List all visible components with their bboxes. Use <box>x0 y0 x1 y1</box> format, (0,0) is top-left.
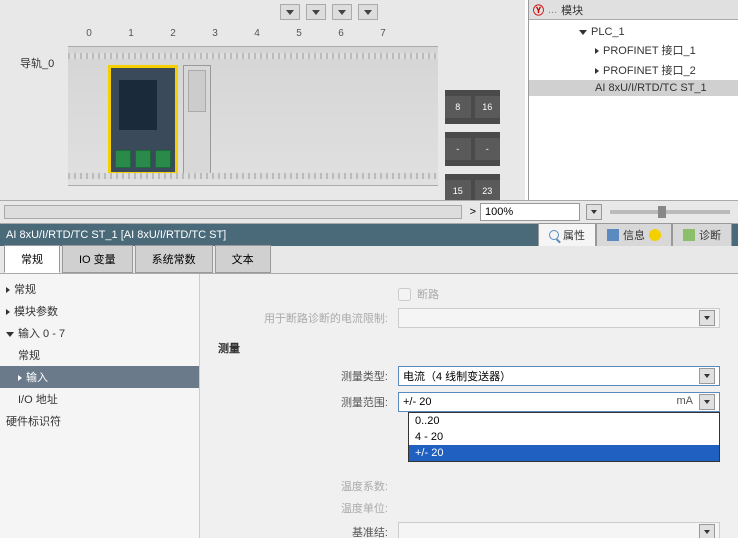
toolbar-btn[interactable] <box>332 4 352 20</box>
meas-range-label: 测量范围: <box>218 394 398 410</box>
wirebreak-label: 断路 <box>417 286 439 302</box>
io-module[interactable] <box>183 65 211 175</box>
warn-icon <box>649 229 661 241</box>
tree-profinet2[interactable]: PROFINET 接口_2 <box>529 60 738 80</box>
wirebreak-checkbox <box>398 288 411 301</box>
chevron-down-icon <box>699 310 715 326</box>
subtab-sysconst[interactable]: 系统常数 <box>135 245 213 273</box>
meas-range-select[interactable]: +/- 20mA <box>398 392 720 412</box>
inspector-title: AI 8xU/I/RTD/TC ST_1 [AI 8xU/I/RTD/TC ST… <box>6 229 226 241</box>
dropdown-option[interactable]: 0..20 <box>409 413 719 429</box>
nav-module-params[interactable]: 模块参数 <box>0 300 199 322</box>
hscrollbar[interactable] <box>4 205 462 219</box>
tree-plc[interactable]: PLC_1 <box>529 24 738 40</box>
toolbar-btn[interactable] <box>280 4 300 20</box>
meas-type-select[interactable]: 电流（4 线制变送器） <box>398 366 720 386</box>
nav-hwid[interactable]: 硬件标识符 <box>0 410 199 432</box>
tree-profinet1[interactable]: PROFINET 接口_1 <box>529 40 738 60</box>
dropdown-option[interactable]: 4 - 20 <box>409 429 719 445</box>
tree-ai-module[interactable]: AI 8xU/I/RTD/TC ST_1 <box>529 80 738 96</box>
section-measurement: 测量 <box>218 340 720 356</box>
rack-rail[interactable] <box>68 46 438 186</box>
property-subtabs: 常规 IO 变量 系统常数 文本 <box>0 246 738 274</box>
temp-unit-label: 温度单位: <box>218 500 398 516</box>
nav-inputs[interactable]: 输入 <box>0 366 199 388</box>
rail-label: 导轨_0 <box>20 55 54 71</box>
inspector-title-bar: AI 8xU/I/RTD/TC ST_1 [AI 8xU/I/RTD/TC ST… <box>0 224 738 246</box>
wirebreak-limit-select <box>398 308 720 328</box>
rack-toolbar <box>280 4 378 20</box>
tree-header: 模块 <box>561 2 583 18</box>
project-tree[interactable]: Ⓨ ... 模块 PLC_1 PROFINET 接口_1 PROFINET 接口… <box>528 0 738 200</box>
chevron-down-icon <box>699 524 715 538</box>
nav-io-address[interactable]: I/O 地址 <box>0 388 199 410</box>
temp-coeff-label: 温度系数: <box>218 478 398 494</box>
meas-range-dropdown[interactable]: 0..20 4 - 20 +/- 20 <box>408 412 720 462</box>
plc-module-selected[interactable] <box>108 65 178 175</box>
tab-properties[interactable]: 属性 <box>538 223 596 247</box>
zoom-input[interactable] <box>480 203 580 221</box>
info-icon <box>607 229 619 241</box>
diag-icon <box>683 229 695 241</box>
ref-junction-select <box>398 522 720 538</box>
property-form: 断路 用于断路诊断的电流限制: 测量 测量类型: 电流（4 线制变送器） 测量范… <box>200 274 738 538</box>
toolbar-btn[interactable] <box>358 4 378 20</box>
toolbar-btn[interactable] <box>306 4 326 20</box>
meas-type-label: 测量类型: <box>218 368 398 384</box>
zoom-dropdown-icon[interactable] <box>586 204 602 220</box>
chevron-down-icon[interactable] <box>699 394 715 410</box>
nav-in-general[interactable]: 常规 <box>0 344 199 366</box>
ref-junction-label: 基准结: <box>218 524 398 538</box>
chevron-down-icon[interactable] <box>699 368 715 384</box>
dropdown-option-selected[interactable]: +/- 20 <box>409 445 719 461</box>
wirebreak-limit-label: 用于断路诊断的电流限制: <box>218 310 398 326</box>
subtab-iovar[interactable]: IO 变量 <box>62 245 133 273</box>
nav-inputs-0-7[interactable]: 输入 0 - 7 <box>0 322 199 344</box>
address-box: 816 -- 1523 <box>445 90 500 216</box>
plc-display <box>119 80 157 130</box>
property-panel: 常规 模块参数 输入 0 - 7 常规 输入 I/O 地址 硬件标识符 断路 用… <box>0 274 738 538</box>
subtab-text[interactable]: 文本 <box>215 245 271 273</box>
rack-view[interactable]: 01234567 导轨_0 816 -- 1523 <box>0 0 525 200</box>
tab-info[interactable]: 信息 <box>596 223 672 247</box>
subtab-general[interactable]: 常规 <box>4 245 60 273</box>
plc-ports <box>115 150 171 168</box>
zoom-bar: > <box>0 200 738 224</box>
project-toolbar: Ⓨ ... 模块 <box>529 0 738 20</box>
nav-general[interactable]: 常规 <box>0 278 199 300</box>
tab-diagnostics[interactable]: 诊断 <box>672 223 732 247</box>
catalog-icon[interactable]: Ⓨ <box>533 2 544 18</box>
slot-numbers: 01234567 <box>68 28 404 39</box>
property-nav[interactable]: 常规 模块参数 输入 0 - 7 常规 输入 I/O 地址 硬件标识符 <box>0 274 200 538</box>
search-icon <box>549 230 559 240</box>
zoom-slider[interactable] <box>610 210 730 214</box>
